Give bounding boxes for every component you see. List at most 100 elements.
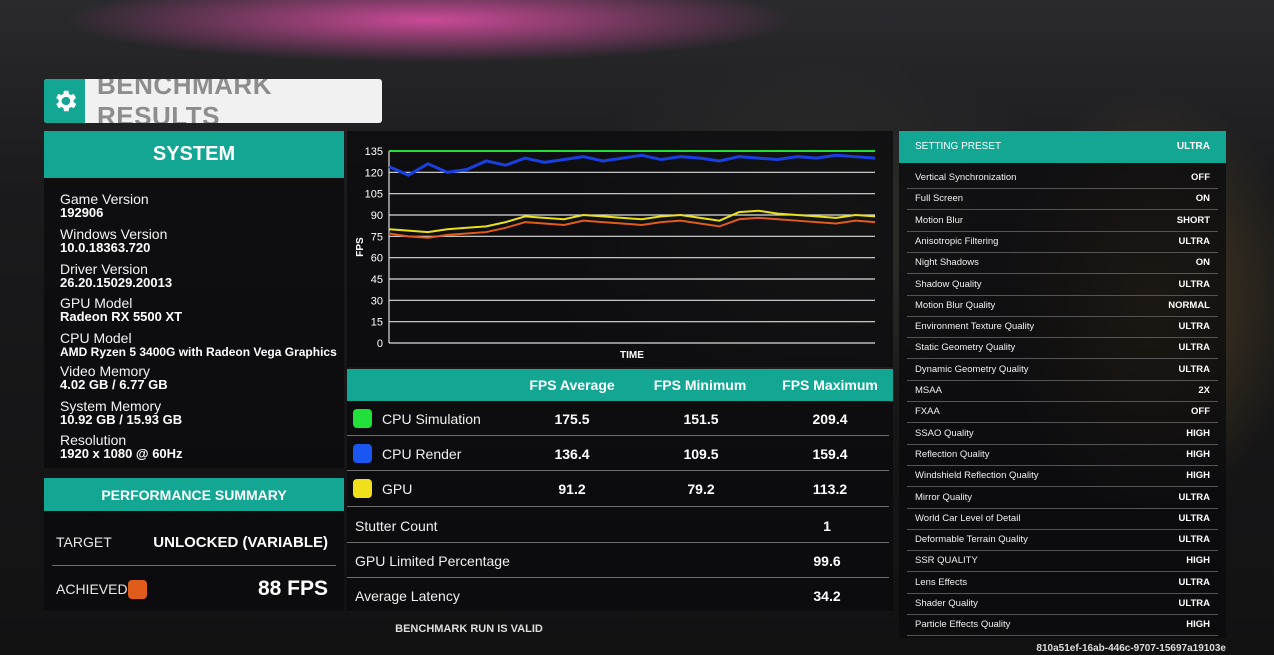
benchmark-valid-text: BENCHMARK RUN IS VALID — [395, 623, 543, 635]
system-item-value: 26.20.15029.20013 — [60, 275, 173, 290]
system-item-gpu-model: GPU Model Radeon RX 5500 XT — [60, 296, 182, 324]
divider — [52, 565, 336, 566]
system-item-value: AMD Ryzen 5 3400G with Radeon Vega Graph… — [60, 345, 337, 359]
stat-row: GPU Limited Percentage 99.6 — [347, 543, 893, 577]
system-item-cpu-model: CPU Model AMD Ryzen 5 3400G with Radeon … — [60, 331, 337, 359]
achieved-row: ACHIEVED 88 FPS — [44, 575, 344, 603]
stat-label: Average Latency — [355, 588, 460, 604]
cell-fps-average: 175.5 — [554, 411, 590, 427]
setting-value: ULTRA — [1178, 598, 1210, 609]
setting-value: ULTRA — [1178, 321, 1210, 333]
cell-fps-minimum: 79.2 — [687, 481, 715, 497]
setting-row: Vertical Synchronization OFF — [899, 168, 1226, 189]
fps-line-chart: 0 15 30 45 60 75 90 105 120 135 FPS TIME — [355, 146, 876, 361]
setting-label: Night Shadows — [915, 257, 979, 269]
setting-value: HIGH — [1186, 619, 1210, 631]
setting-row: Static Geometry Quality ULTRA — [899, 338, 1226, 360]
setting-label: Motion Blur Quality — [915, 299, 996, 311]
setting-value: OFF — [1191, 406, 1210, 418]
stat-row: Average Latency 34.2 — [347, 578, 893, 611]
fps-table-header: FPS Average FPS Minimum FPS Maximum — [347, 369, 893, 401]
setting-value: ULTRA — [1178, 363, 1210, 375]
run-id: 810a51ef-16ab-446c-9707-15697a19103e — [1036, 643, 1226, 654]
target-row: TARGET UNLOCKED (VARIABLE) — [44, 529, 344, 555]
system-item-label: System Memory — [60, 398, 162, 414]
setting-row: Environment Texture Quality ULTRA — [899, 317, 1226, 339]
stat-label: GPU Limited Percentage — [355, 553, 510, 569]
series-color-swatch — [353, 409, 372, 428]
y-tick-label: 105 — [365, 189, 383, 201]
y-tick-label: 45 — [371, 274, 383, 286]
y-tick-label: 75 — [371, 231, 383, 243]
setting-preset-label: SETTING PRESET — [915, 141, 1002, 152]
setting-row: Deformable Terrain Quality ULTRA — [899, 530, 1226, 552]
target-value: UNLOCKED (VARIABLE) — [153, 533, 328, 551]
system-item-system-memory: System Memory 10.92 GB / 15.93 GB — [60, 399, 182, 427]
setting-label: Mirror Quality — [915, 491, 973, 503]
system-item-label: Video Memory — [60, 363, 151, 379]
y-tick-label: 60 — [371, 253, 383, 265]
system-item-value: 4.02 GB / 6.77 GB — [60, 377, 168, 392]
header-fps-maximum: FPS Maximum — [782, 377, 878, 393]
setting-row: Motion Blur Quality NORMAL — [899, 296, 1226, 317]
row-label: CPU Simulation — [382, 411, 481, 427]
system-item-label: Driver Version — [60, 261, 148, 277]
setting-label: Deformable Terrain Quality — [915, 534, 1028, 546]
benchmark-title-bar: BENCHMARK RESULTS — [44, 79, 382, 123]
setting-row: MSAA 2X — [899, 381, 1226, 402]
setting-label: World Car Level of Detail — [915, 512, 1021, 524]
y-tick-label: 135 — [365, 146, 383, 158]
setting-label: Environment Texture Quality — [915, 321, 1035, 333]
setting-row: Particle Effects Quality HIGH — [899, 615, 1226, 637]
divider — [907, 635, 1218, 637]
setting-label: Shader Quality — [915, 598, 978, 609]
system-item-value: 192906 — [60, 205, 104, 220]
stat-row: Stutter Count 1 — [347, 507, 893, 541]
system-item-video-memory: Video Memory 4.02 GB / 6.77 GB — [60, 364, 168, 392]
system-item-label: Resolution — [60, 432, 127, 448]
setting-value: HIGH — [1186, 470, 1210, 482]
target-label: TARGET — [56, 534, 112, 550]
system-item-label: GPU Model — [60, 295, 133, 311]
setting-label: SSAO Quality — [915, 427, 974, 439]
system-info-panel: Game Version 192906 Windows Version 10.0… — [44, 178, 344, 468]
setting-row: Night Shadows ON — [899, 253, 1226, 275]
setting-row: Dynamic Geometry Quality ULTRA — [899, 360, 1226, 381]
setting-value: HIGH — [1186, 427, 1210, 439]
setting-row: SSR QUALITY HIGH — [899, 551, 1226, 573]
setting-row: Windshield Reflection Quality HIGH — [899, 466, 1226, 488]
setting-value: NORMAL — [1168, 299, 1210, 311]
setting-value: ULTRA — [1178, 491, 1210, 503]
system-item-resolution: Resolution 1920 x 1080 @ 60Hz — [60, 433, 183, 461]
setting-row: FXAA OFF — [899, 402, 1226, 424]
setting-row: Mirror Quality ULTRA — [899, 488, 1226, 509]
cell-fps-maximum: 209.4 — [812, 411, 848, 427]
setting-row: Shadow Quality ULTRA — [899, 275, 1226, 296]
setting-label: Reflection Quality — [915, 448, 990, 460]
setting-row: Motion Blur SHORT — [899, 211, 1226, 232]
performance-summary-panel: TARGET UNLOCKED (VARIABLE) ACHIEVED 88 F… — [44, 511, 344, 611]
setting-value: ULTRA — [1178, 512, 1210, 524]
achieved-color-swatch — [128, 579, 147, 599]
y-tick-label: 30 — [371, 295, 383, 307]
system-heading: SYSTEM — [44, 131, 344, 178]
setting-label: Windshield Reflection Quality — [915, 470, 1039, 482]
cell-fps-minimum: 151.5 — [683, 411, 719, 427]
achieved-label: ACHIEVED — [56, 581, 128, 597]
stat-value: 1 — [823, 518, 831, 534]
stat-label: Stutter Count — [355, 518, 438, 534]
cell-fps-minimum: 109.5 — [683, 446, 719, 462]
setting-value: ULTRA — [1178, 576, 1210, 588]
gear-icon — [44, 79, 86, 123]
setting-value: ON — [1195, 193, 1210, 205]
cell-fps-maximum: 113.2 — [812, 481, 848, 497]
system-item-game-version: Game Version 192906 — [60, 192, 149, 220]
setting-row: Lens Effects ULTRA — [899, 573, 1226, 594]
cell-fps-average: 136.4 — [554, 446, 590, 462]
setting-value: HIGH — [1186, 448, 1210, 460]
setting-value: ULTRA — [1178, 235, 1210, 247]
setting-label: Anisotropic Filtering — [915, 235, 999, 247]
row-label: GPU — [382, 481, 413, 497]
setting-value: OFF — [1191, 172, 1210, 183]
setting-row: Anisotropic Filtering ULTRA — [899, 232, 1226, 253]
